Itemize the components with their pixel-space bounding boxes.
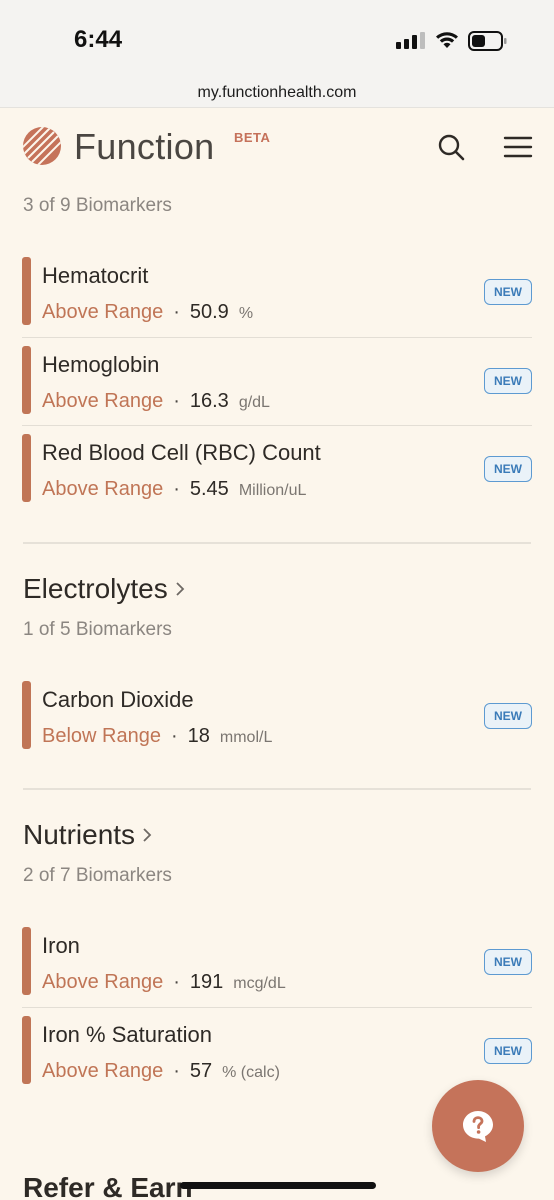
section-divider [23, 788, 531, 790]
biomarker-unit: % [238, 305, 254, 322]
biomarker-value: 50.9 [189, 301, 229, 323]
signal-icon [396, 32, 425, 49]
logo-text: Function [74, 126, 215, 167]
battery-icon [468, 31, 507, 51]
biomarker-value: 191 [189, 971, 224, 993]
refer-earn-heading: Refer & Earn [23, 1172, 193, 1200]
wifi-icon [436, 32, 458, 48]
row-divider [22, 1007, 532, 1008]
range-indicator [22, 434, 31, 502]
beta-label: BETA [234, 130, 271, 145]
range-status: Above Range [42, 1060, 164, 1082]
biomarker-meta: Above Range · 50.9 % [42, 301, 253, 324]
biomarker-meta: Above Range · 5.45 Million/uL [42, 478, 306, 501]
biomarker-meta: Above Range · 191 mcg/dL [42, 971, 286, 994]
status-bar: 6:44 my.functionhealth.com [0, 0, 554, 108]
biomarker-unit: % (calc) [222, 1064, 280, 1081]
new-badge: NEW [484, 1038, 532, 1064]
biomarker-row-rbc-count[interactable]: Red Blood Cell (RBC) Count Above Range ·… [22, 434, 532, 522]
home-indicator[interactable] [180, 1182, 376, 1189]
biomarker-meta: Above Range · 57 % (calc) [42, 1060, 280, 1083]
range-indicator [22, 257, 31, 325]
separator: · [173, 301, 180, 323]
chevron-right-icon [176, 582, 184, 596]
section-title-text: Electrolytes [23, 573, 168, 604]
chevron-right-icon [143, 828, 152, 842]
biomarker-name: Hematocrit [42, 263, 149, 288]
biomarker-meta: Below Range · 18 mmol/L [42, 725, 272, 748]
biomarker-name: Hemoglobin [42, 352, 160, 377]
new-badge: NEW [484, 368, 532, 394]
new-badge: NEW [484, 279, 532, 305]
new-badge: NEW [484, 703, 532, 729]
biomarker-row-iron[interactable]: Iron Above Range · 191 mcg/dL NEW [22, 927, 532, 1015]
separator: · [170, 725, 178, 747]
new-badge: NEW [484, 949, 532, 975]
biomarker-unit: Million/uL [238, 482, 307, 499]
biomarker-value: 57 [189, 1060, 213, 1082]
range-status: Above Range [42, 390, 164, 412]
biomarker-value: 16.3 [189, 390, 229, 412]
app-header: Function BETA [0, 110, 554, 182]
biomarker-row-hemoglobin[interactable]: Hemoglobin Above Range · 16.3 g/dL NEW [22, 346, 532, 434]
row-divider [22, 337, 532, 338]
separator: · [173, 971, 180, 993]
biomarker-unit: mcg/dL [233, 975, 286, 992]
biomarker-meta: Above Range · 16.3 g/dL [42, 390, 270, 413]
range-indicator [22, 927, 31, 995]
help-question-icon [463, 1111, 493, 1142]
section-title-text: Nutrients [23, 819, 136, 850]
row-divider [22, 425, 532, 426]
range-indicator [22, 1016, 31, 1084]
url-bar[interactable]: my.functionhealth.com [0, 84, 554, 102]
range-status: Above Range [42, 971, 164, 993]
hamburger-menu-icon[interactable] [502, 132, 534, 164]
biomarker-name: Red Blood Cell (RBC) Count [42, 440, 321, 465]
biomarker-count: 3 of 9 Biomarkers [23, 195, 172, 216]
range-status: Above Range [42, 478, 164, 500]
biomarker-name: Iron [42, 933, 80, 958]
biomarker-row-carbon-dioxide[interactable]: Carbon Dioxide Below Range · 18 mmol/L N… [22, 681, 532, 769]
separator: · [173, 390, 180, 412]
biomarker-value: 5.45 [189, 478, 229, 500]
separator: · [173, 478, 180, 500]
biomarker-name: Carbon Dioxide [42, 687, 194, 712]
search-icon[interactable] [436, 132, 468, 164]
biomarker-count: 1 of 5 Biomarkers [23, 619, 172, 640]
biomarker-name: Iron % Saturation [42, 1022, 212, 1047]
clock: 6:44 [74, 26, 123, 53]
range-status: Below Range [42, 725, 161, 747]
section-divider [23, 542, 531, 544]
biomarker-count: 2 of 7 Biomarkers [23, 865, 172, 886]
biomarker-unit: mmol/L [219, 729, 273, 746]
separator: · [173, 1060, 180, 1082]
biomarker-value: 18 [187, 725, 210, 747]
biomarker-row-hematocrit[interactable]: Hematocrit Above Range · 50.9 % NEW [22, 257, 532, 345]
help-button[interactable] [432, 1080, 524, 1172]
range-indicator [22, 681, 31, 749]
section-title-electrolytes[interactable]: Electrolytes [23, 573, 186, 605]
function-logo-icon [23, 127, 61, 165]
range-indicator [22, 346, 31, 414]
section-title-nutrients[interactable]: Nutrients [23, 819, 153, 851]
biomarker-unit: g/dL [238, 394, 270, 411]
new-badge: NEW [484, 456, 532, 482]
range-status: Above Range [42, 301, 164, 323]
